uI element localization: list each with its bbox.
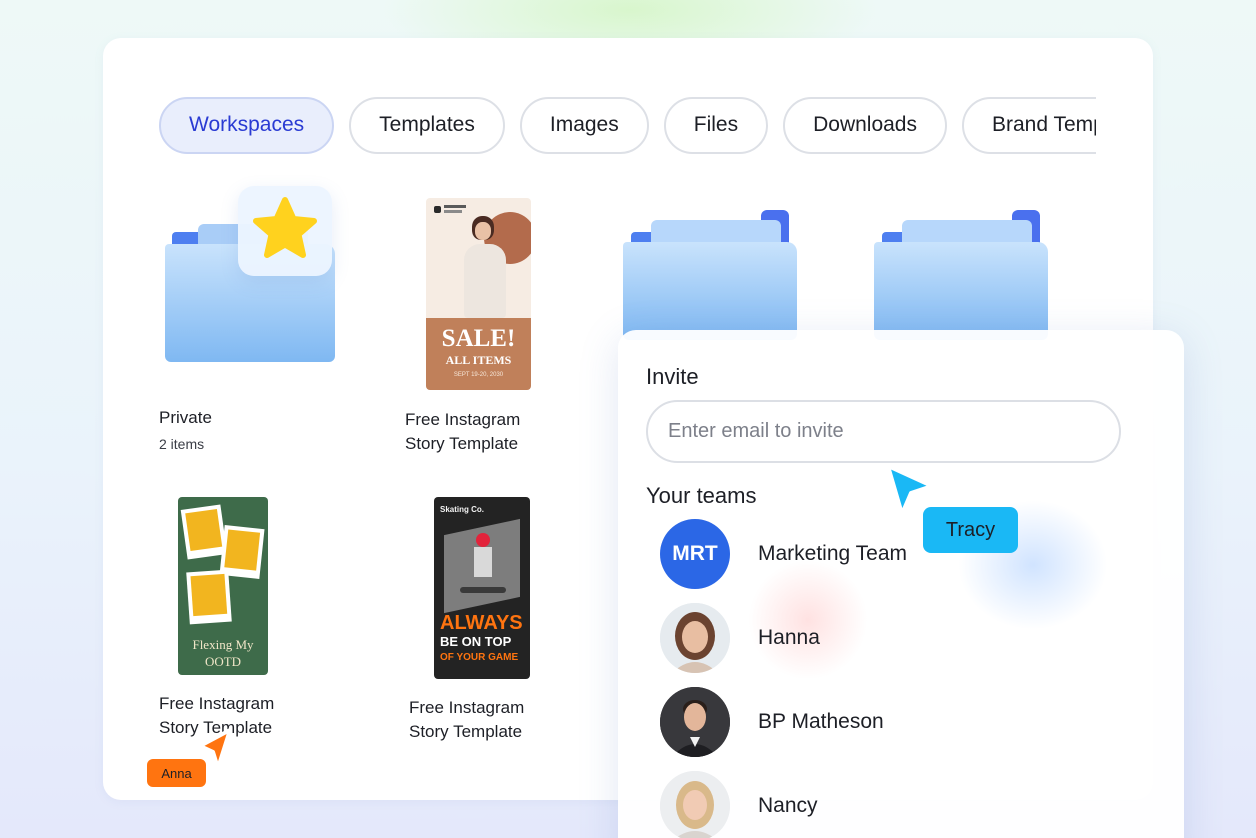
tab-templates[interactable]: Templates [349,96,505,154]
thumb-ootd-line2: OOTD [204,654,242,669]
member-name: Marketing Team [758,542,908,565]
tile-title-line1: Free Instagram [405,410,521,429]
folder-star-icon[interactable] [163,186,338,364]
tab-workspaces[interactable]: Workspaces [159,96,335,154]
invite-panel: Invite Your teams MRT Marketing Team Han… [618,330,1184,838]
team-row-hanna[interactable]: Hanna [660,603,820,673]
tile-private[interactable]: Private 2 items [159,406,212,452]
tile-title-line2: Story Template [409,722,523,741]
tile-skating-template[interactable]: Free Instagram Story Template [409,696,524,744]
folder-icon[interactable] [621,210,797,340]
team-row-bp-matheson[interactable]: BP Matheson [660,687,884,757]
member-name: BP Matheson [758,710,884,733]
folder-icon[interactable] [872,210,1048,340]
thumb-skate-line3: OF YOUR GAME [440,652,519,663]
invite-title: Invite [646,364,699,389]
thumb-skate-brand: Skating Co. [440,505,485,514]
avatar [660,771,730,838]
thumb-skate-line2: BE ON TOP [440,634,512,649]
team-row-nancy[interactable]: Nancy [660,771,818,838]
avatar [660,603,730,673]
teams-title: Your teams [646,483,757,508]
tab-images[interactable]: Images [519,96,649,154]
tile-sale-template[interactable]: Free Instagram Story Template [405,408,520,456]
tab-files[interactable]: Files [663,96,769,154]
tile-title-line1: Free Instagram [159,694,275,713]
team-row-marketing[interactable]: MRT Marketing Team [660,519,907,589]
avatar [660,687,730,757]
template-thumbnail-ootd[interactable]: Flexing My OOTD [178,497,268,675]
thumb-sale-title: SALE! [441,325,516,352]
tile-title-line1: Free Instagram [409,698,525,717]
thumb-ootd-line1: Flexing My [192,637,254,652]
template-thumbnail-skating[interactable]: Skating Co. ALWAYS BE ON TOP OF YOUR GAM… [434,497,530,679]
thumb-skate-line1: ALWAYS [440,612,523,634]
tile-title: Private [159,408,212,427]
star-icon [253,197,317,258]
thumb-sale-date: SEPT 19-20, 2030 [453,372,504,378]
tile-title-line2: Story Template [405,434,519,453]
member-name: Hanna [758,626,820,649]
template-thumbnail-sale[interactable]: SALE! ALL ITEMS SEPT 19-20, 2030 [426,198,531,390]
collaborator-badge-anna: Anna [147,759,206,787]
thumb-sale-sub: ALL ITEMS [445,353,512,367]
tab-downloads[interactable]: Downloads [783,96,947,154]
team-avatar: MRT [660,519,730,589]
email-invite-input[interactable] [646,400,1121,463]
tab-bar: Workspaces Templates Images Files Downlo… [159,95,1096,155]
tile-subtitle: 2 items [159,436,205,452]
collaborator-badge-tracy: Tracy [923,507,1018,553]
tab-brand-templates[interactable]: Brand Templates [962,96,1096,154]
member-name: Nancy [758,794,818,817]
